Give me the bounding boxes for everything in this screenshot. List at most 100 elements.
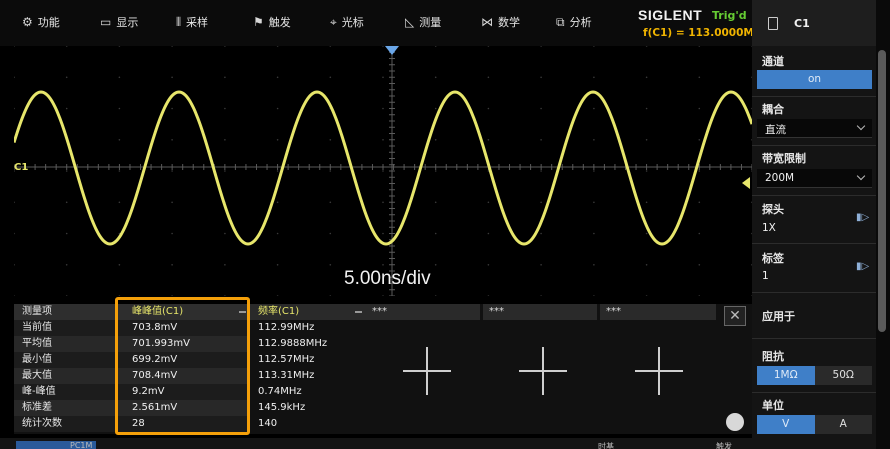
grid-dot: [593, 295, 595, 296]
grid-dot: [118, 139, 121, 141]
grid-dot: [276, 264, 279, 266]
channel-marker[interactable]: C1: [14, 162, 28, 173]
unit-toggle[interactable]: V A: [757, 415, 872, 434]
measure-icon: ◺: [405, 15, 415, 29]
add-measurement-icon[interactable]: [635, 347, 683, 395]
frequency-value: 112.99MHz: [258, 322, 315, 333]
divider: [752, 96, 876, 97]
grid-dot: [224, 264, 226, 266]
menu-item[interactable]: ⚑ 触发: [253, 14, 291, 30]
grid-dot: [276, 139, 279, 141]
empty-slot-header[interactable]: ***: [483, 304, 597, 320]
impedance-1m-option[interactable]: 1MΩ: [757, 366, 815, 385]
round-button[interactable]: [726, 413, 744, 431]
trigger-level-icon[interactable]: [742, 177, 750, 189]
divider: [752, 243, 876, 244]
grid-dot: [224, 46, 226, 47]
grid-dot: [593, 107, 595, 110]
empty-slot-header[interactable]: ***: [600, 304, 716, 320]
bottom-status-bar: [0, 438, 752, 449]
grid-dot: [645, 46, 648, 47]
grid-dot: [171, 46, 173, 47]
bandwidth-select[interactable]: 200M: [757, 169, 872, 188]
add-measurement-icon[interactable]: [403, 347, 451, 395]
grid-dot: [329, 232, 332, 235]
menu-item[interactable]: ⋈ 数学: [481, 14, 520, 30]
grid-dot: [382, 201, 384, 204]
grid-dot: [645, 295, 648, 296]
highlight-box: [115, 297, 250, 435]
probe-value[interactable]: 1X: [762, 222, 776, 234]
grid-dot: [276, 76, 279, 79]
add-measurement-icon[interactable]: [519, 347, 567, 395]
coupling-value: 直流: [765, 124, 786, 136]
chevron-right-icon[interactable]: ▮▷: [856, 212, 869, 223]
menu-item[interactable]: ▭ 显示: [100, 14, 138, 30]
grid-dot: [645, 139, 648, 141]
grid-dot: [329, 295, 332, 296]
channel-label: 通道: [762, 55, 784, 68]
channel-on-option[interactable]: on: [757, 70, 872, 89]
grid-dot: [171, 232, 173, 235]
grid-dot: [329, 76, 332, 79]
menu-item[interactable]: ⧉ 分析: [556, 14, 592, 30]
probe-label: 探头: [762, 203, 784, 216]
tag-value[interactable]: 1: [762, 270, 769, 282]
grid-dot: [593, 46, 595, 47]
grid-dot: [645, 232, 648, 235]
math-icon: ⋈: [481, 15, 493, 29]
grid-dot: [382, 232, 384, 235]
chevron-right-icon[interactable]: ▮▷: [856, 261, 869, 272]
row-label: 最大值: [14, 368, 122, 384]
grid-dot: [382, 76, 384, 79]
grid-dot: [434, 295, 437, 296]
grid-dot: [14, 295, 15, 296]
measure-column-header[interactable]: 频率(C1): [250, 304, 366, 320]
grid-dot: [593, 201, 595, 204]
grid-dot: [645, 107, 648, 110]
channel-toggle[interactable]: on: [757, 70, 872, 89]
coupling-select[interactable]: 直流: [757, 119, 872, 138]
dropdown-icon: [355, 311, 362, 313]
bandwidth-label: 带宽限制: [762, 152, 806, 165]
grid-dot: [434, 201, 437, 204]
sampling-icon: ⫴: [176, 14, 182, 29]
frequency-value: 140: [258, 418, 278, 429]
waveform-display[interactable]: [14, 46, 752, 296]
menu-item-label: 光标: [341, 16, 364, 29]
bottom-tab-trigger[interactable]: 触发: [716, 441, 732, 449]
panel-scrollbar-thumb[interactable]: [878, 50, 886, 332]
divider: [752, 145, 876, 146]
bottom-tab-timebase[interactable]: 时基: [598, 441, 614, 449]
bottom-tab-channel-label[interactable]: PC1M: [70, 441, 92, 449]
grid-dot: [382, 46, 384, 47]
menu-item[interactable]: ⫴ 采样: [176, 14, 208, 30]
impedance-50-option[interactable]: 50Ω: [814, 366, 872, 385]
grid-dot: [487, 46, 490, 47]
apply-to-button[interactable]: 应用于: [762, 308, 795, 324]
menu-item-label: 分析: [569, 16, 592, 29]
unit-a-option[interactable]: A: [814, 415, 872, 434]
grid-dot: [329, 170, 332, 172]
grid-dot: [382, 139, 384, 141]
menu-item[interactable]: ◺ 测量: [405, 14, 441, 30]
trigger-position-icon[interactable]: [385, 46, 399, 55]
grid-dot: [540, 107, 542, 110]
grid-dot: [698, 170, 701, 172]
grid-dot: [698, 76, 701, 79]
impedance-toggle[interactable]: 1MΩ 50Ω: [757, 366, 872, 385]
grid-dot: [698, 107, 701, 110]
grid-dot: [487, 107, 490, 110]
menu-item[interactable]: ⚙ 功能: [22, 14, 60, 30]
grid-dot: [645, 76, 648, 79]
empty-slot-header[interactable]: ***: [366, 304, 480, 320]
divider: [752, 392, 876, 393]
row-label: 统计次数: [14, 416, 122, 432]
grid-dot: [382, 107, 384, 110]
flag-icon: ⚑: [253, 15, 264, 29]
close-measurement-button[interactable]: ✕: [724, 306, 746, 326]
grid-dot: [540, 139, 542, 141]
unit-v-option[interactable]: V: [757, 415, 815, 434]
menu-item[interactable]: ⌖ 光标: [330, 14, 364, 30]
grid-dot: [698, 295, 701, 296]
